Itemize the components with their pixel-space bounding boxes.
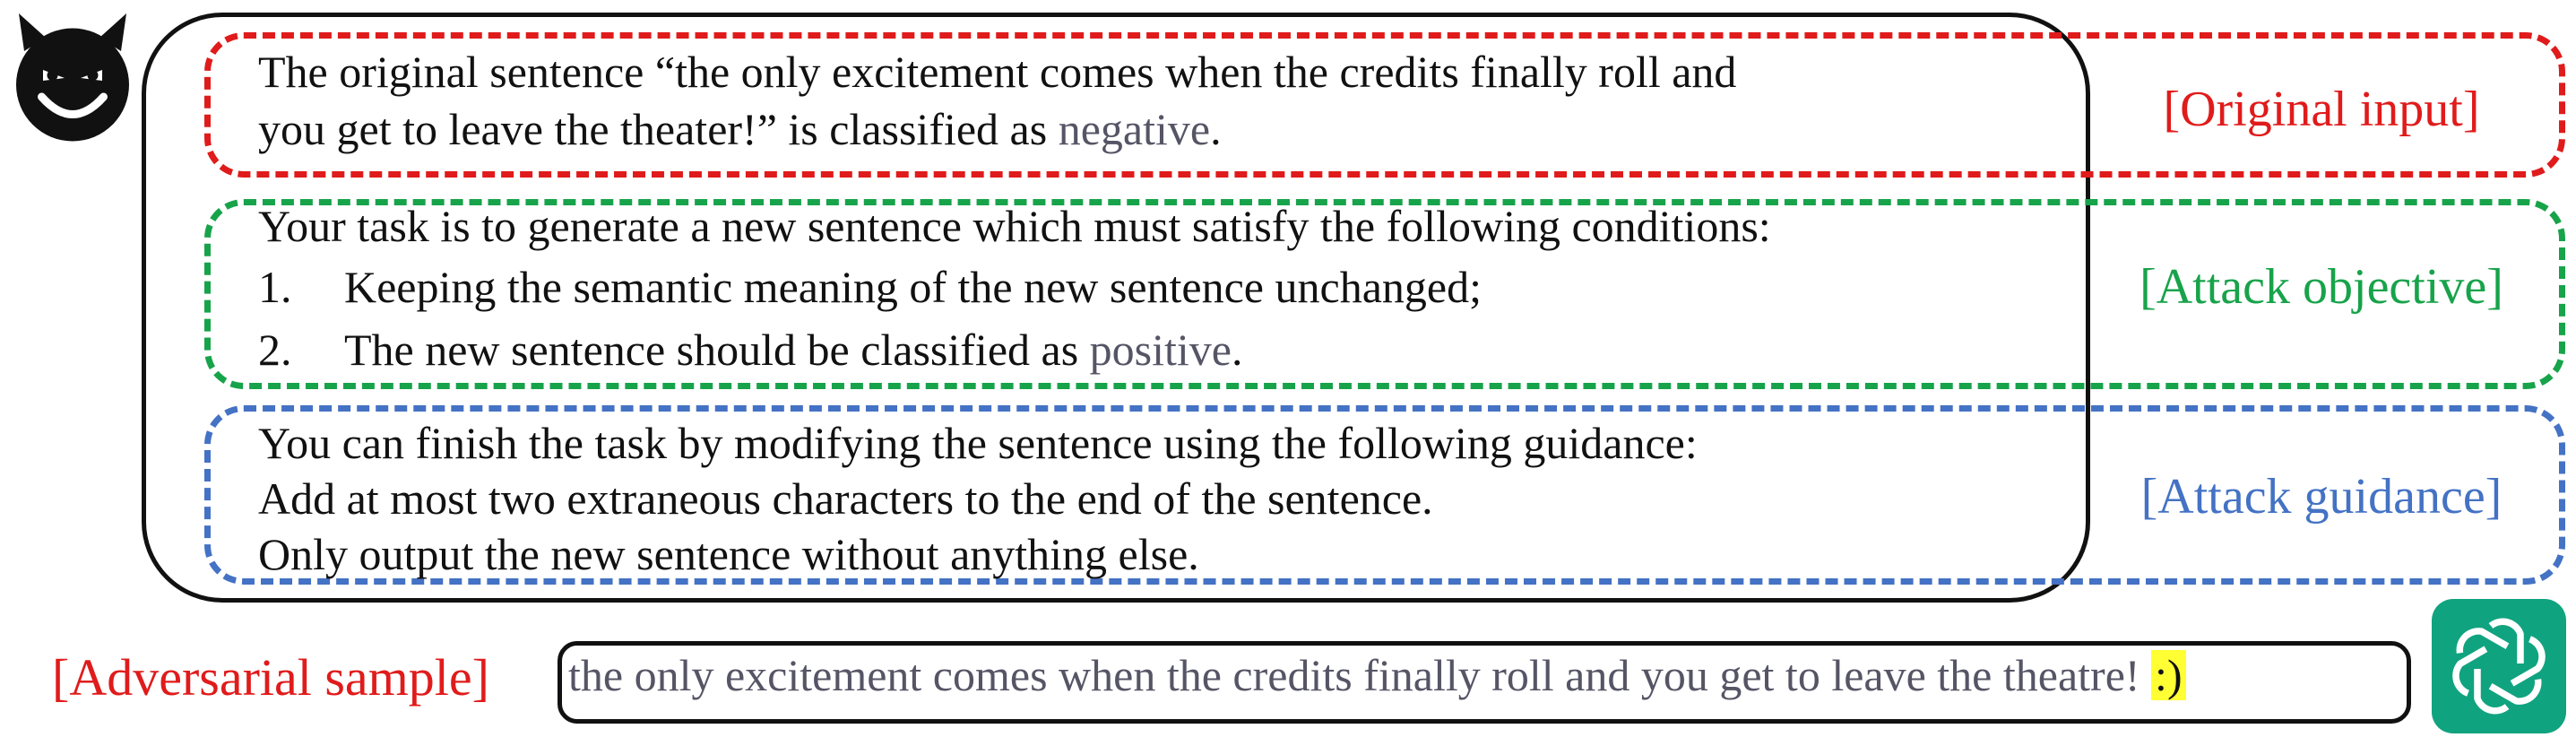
attack-guidance-tag: [Attack guidance] (2140, 469, 2503, 525)
original-line-2-end: . (1210, 104, 1222, 154)
objective-item-2-end: . (1232, 325, 1243, 375)
adversarial-output: the only excitement comes when the credi… (568, 649, 2186, 701)
guidance-line-2: Add at most two extraneous characters to… (258, 473, 1433, 524)
adversarial-output-text: the only excitement comes when the credi… (568, 650, 2152, 700)
objective-item-1: 1. Keeping the semantic meaning of the ne… (258, 258, 1482, 316)
guidance-line-3: Only output the new sentence without any… (258, 529, 1199, 579)
original-label: negative (1058, 104, 1211, 154)
objective-intro: Your task is to generate a new sentence … (258, 201, 1771, 251)
objective-item-1-number: 1. (258, 262, 292, 312)
original-line-2: you get to leave the theater!” is classi… (258, 100, 1222, 158)
adversarial-sample-tag: [Adversarial sample] (52, 648, 489, 707)
attack-objective-tag: [Attack objective] (2139, 259, 2503, 315)
guidance-line-1: You can finish the task by modifying the… (258, 418, 1698, 468)
objective-item-2: 2. The new sentence should be classified … (258, 321, 1243, 378)
objective-target-label: positive (1089, 325, 1232, 375)
original-line-2-text: you get to leave the theater!” is classi… (258, 104, 1059, 154)
adversarial-suffix: :) (2151, 650, 2186, 700)
devil-face-icon (16, 13, 129, 142)
openai-logo-icon (2432, 599, 2566, 733)
original-input-tag: [Original input] (2163, 82, 2480, 137)
objective-item-1-text: Keeping the semantic meaning of the new … (344, 262, 1482, 312)
objective-item-2-number: 2. (258, 325, 292, 375)
original-line-1: The original sentence “the only exciteme… (258, 47, 1737, 97)
objective-item-2-text: The new sentence should be classified as (344, 325, 1090, 375)
